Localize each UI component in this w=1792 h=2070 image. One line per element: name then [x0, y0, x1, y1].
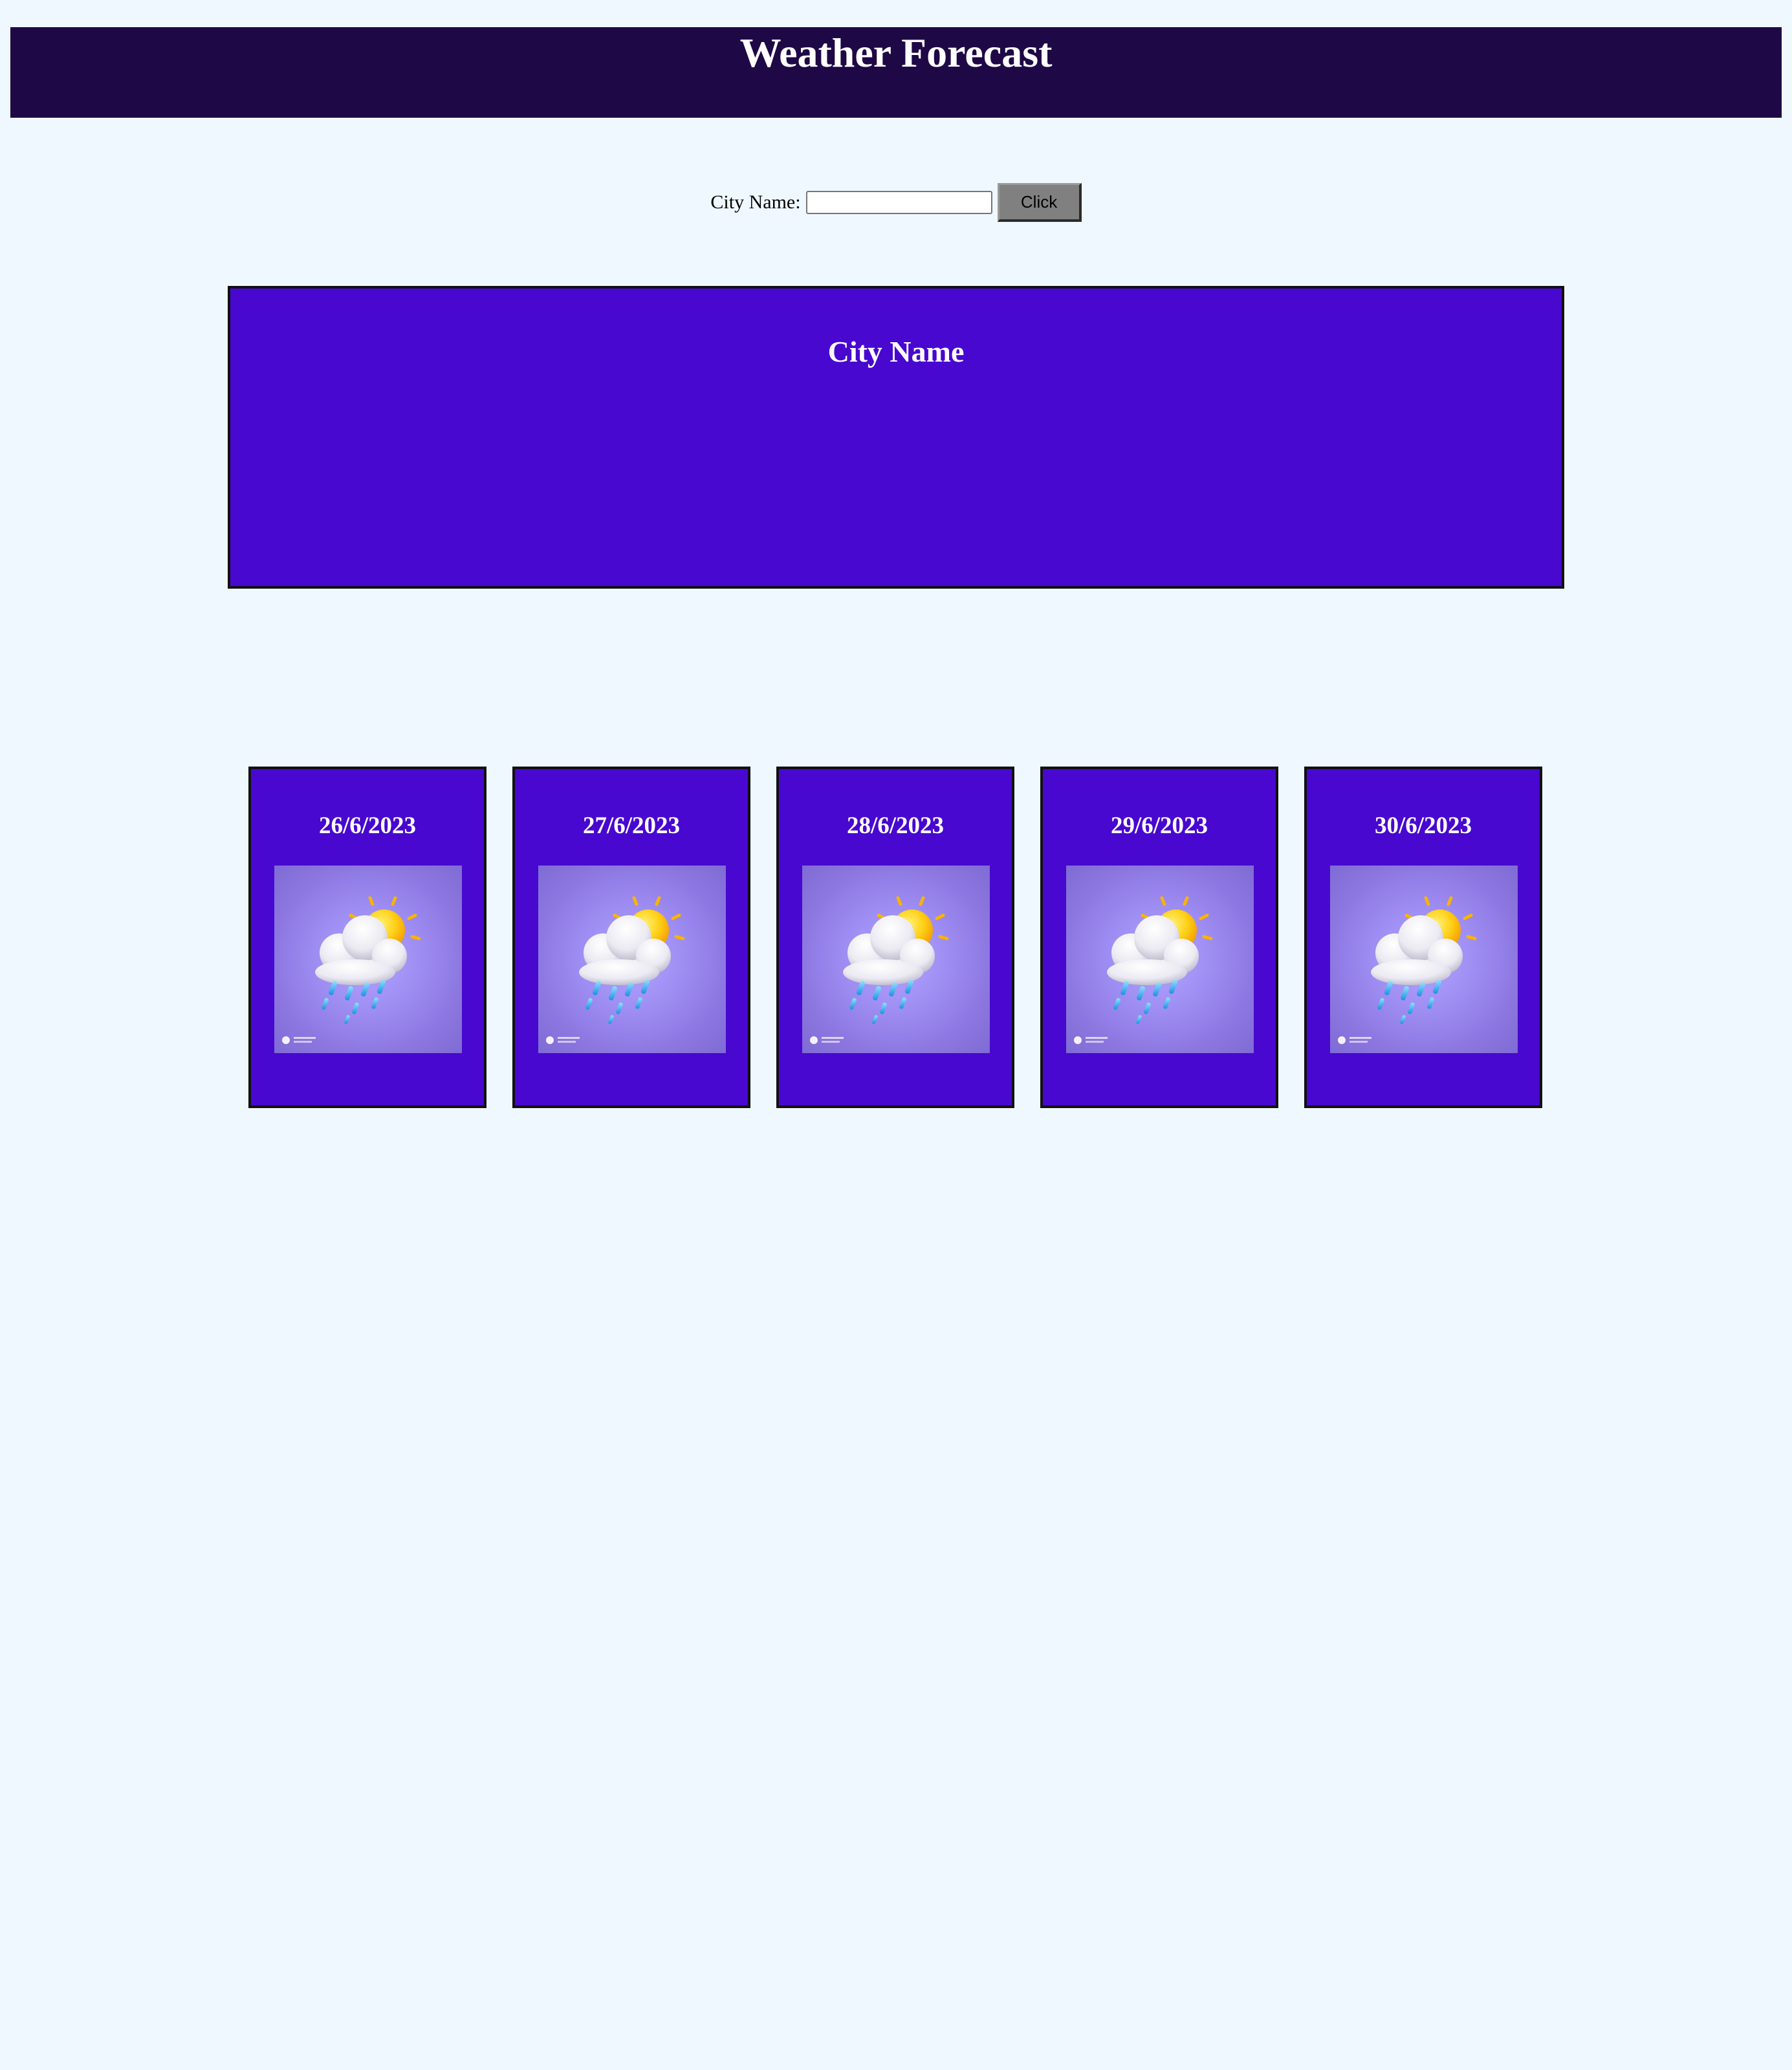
forecast-date: 26/6/2023 — [318, 812, 417, 839]
page-header: Weather Forecast — [10, 27, 1782, 118]
forecast-date: 29/6/2023 — [1110, 812, 1208, 839]
search-button[interactable]: Click — [997, 183, 1082, 222]
sun-cloud-rain-icon — [1066, 866, 1254, 1053]
city-name-label: City Name: — [710, 191, 801, 213]
forecast-card: 30/6/2023 — [1304, 767, 1542, 1108]
forecast-date: 28/6/2023 — [846, 812, 945, 839]
forecast-card: 28/6/2023 — [776, 767, 1014, 1108]
city-name-heading: City Name — [827, 335, 965, 368]
sun-cloud-rain-icon — [1330, 866, 1518, 1053]
forecast-card: 27/6/2023 — [512, 767, 750, 1108]
page-title: Weather Forecast — [739, 30, 1053, 76]
current-weather-panel: City Name — [228, 286, 1564, 589]
search-form: City Name: Click — [0, 182, 1792, 223]
sun-cloud-rain-icon — [274, 866, 462, 1053]
forecast-date: 30/6/2023 — [1374, 812, 1472, 839]
forecast-list: 26/6/2023 27/6/2023 28/6/2023 29/6/2023 … — [248, 767, 1542, 1108]
sun-cloud-rain-icon — [802, 866, 990, 1053]
forecast-card: 29/6/2023 — [1040, 767, 1278, 1108]
city-name-input[interactable] — [805, 191, 992, 214]
forecast-card: 26/6/2023 — [248, 767, 486, 1108]
sun-cloud-rain-icon — [538, 866, 726, 1053]
forecast-date: 27/6/2023 — [582, 812, 681, 839]
